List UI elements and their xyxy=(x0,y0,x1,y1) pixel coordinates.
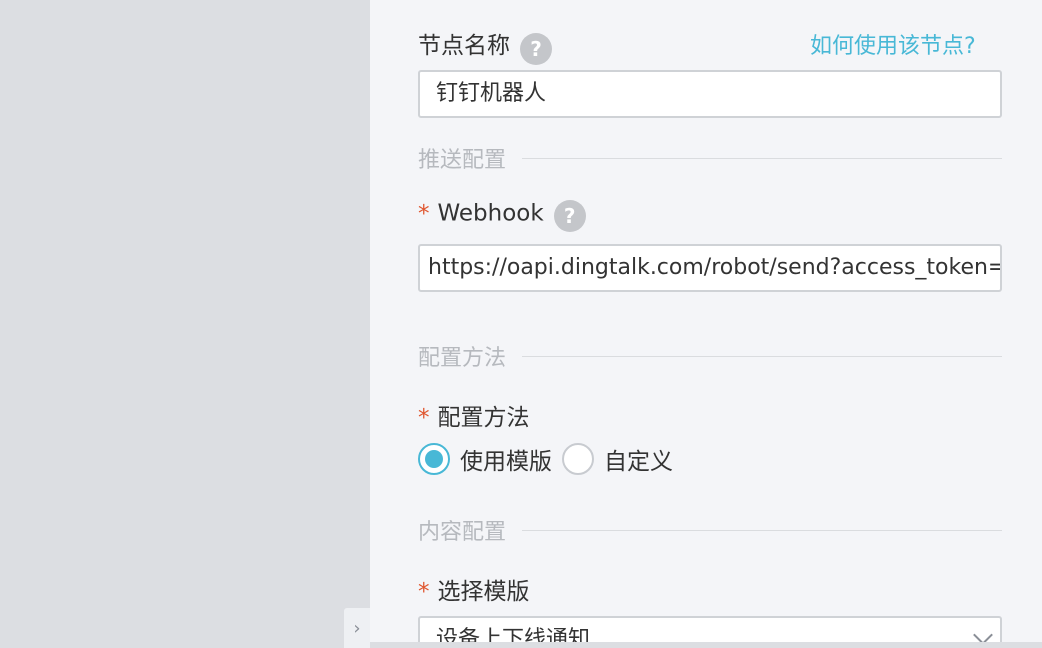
required-mark: * xyxy=(418,405,430,431)
template-select[interactable]: 设备上下线通知 xyxy=(418,616,1002,642)
method-section-header: 配置方法 xyxy=(418,340,1002,372)
node-name-input[interactable]: 钉钉机器人 xyxy=(418,70,1002,118)
divider xyxy=(522,157,1002,159)
template-label-row: * 选择模版 xyxy=(418,572,530,606)
divider xyxy=(522,529,1002,531)
node-config-panel: 节点名称? 如何使用该节点? 钉钉机器人 推送配置 * Webhook? http… xyxy=(370,0,1042,642)
radio-custom[interactable] xyxy=(562,443,594,475)
section-title: 推送配置 xyxy=(418,148,507,173)
left-pane xyxy=(0,0,370,642)
help-icon[interactable]: ? xyxy=(553,200,586,232)
content-section-header: 内容配置 xyxy=(418,514,1002,546)
section-title: 内容配置 xyxy=(418,520,507,545)
method-label: 配置方法 xyxy=(437,405,530,431)
template-select-value: 设备上下线通知 xyxy=(436,627,591,642)
help-icon[interactable]: ? xyxy=(520,32,552,65)
collapse-panel-button[interactable]: › xyxy=(344,608,370,648)
radio-label-custom[interactable]: 自定义 xyxy=(604,442,673,476)
method-radio-group: 使用模版 自定义 xyxy=(418,442,683,476)
how-to-use-link[interactable]: 如何使用该节点? xyxy=(810,28,976,60)
section-title: 配置方法 xyxy=(418,346,507,371)
required-mark: * xyxy=(418,579,430,605)
webhook-label: Webhook xyxy=(437,200,544,227)
method-label-row: * 配置方法 xyxy=(418,398,530,432)
template-label: 选择模版 xyxy=(437,579,530,605)
required-mark: * xyxy=(418,200,430,227)
node-name-label: 节点名称 xyxy=(418,33,510,59)
radio-dot xyxy=(425,450,443,468)
push-config-section-header: 推送配置 xyxy=(418,142,1002,174)
chevron-right-icon: › xyxy=(353,617,361,639)
chevron-down-icon xyxy=(973,625,993,642)
radio-use-template[interactable] xyxy=(418,443,450,475)
node-name-label-row: 节点名称? xyxy=(418,26,552,65)
webhook-input[interactable]: https://oapi.dingtalk.com/robot/send?acc… xyxy=(418,244,1002,292)
divider xyxy=(522,355,1002,357)
radio-label-use-template[interactable]: 使用模版 xyxy=(460,442,552,476)
webhook-label-row: * Webhook? xyxy=(418,200,586,232)
